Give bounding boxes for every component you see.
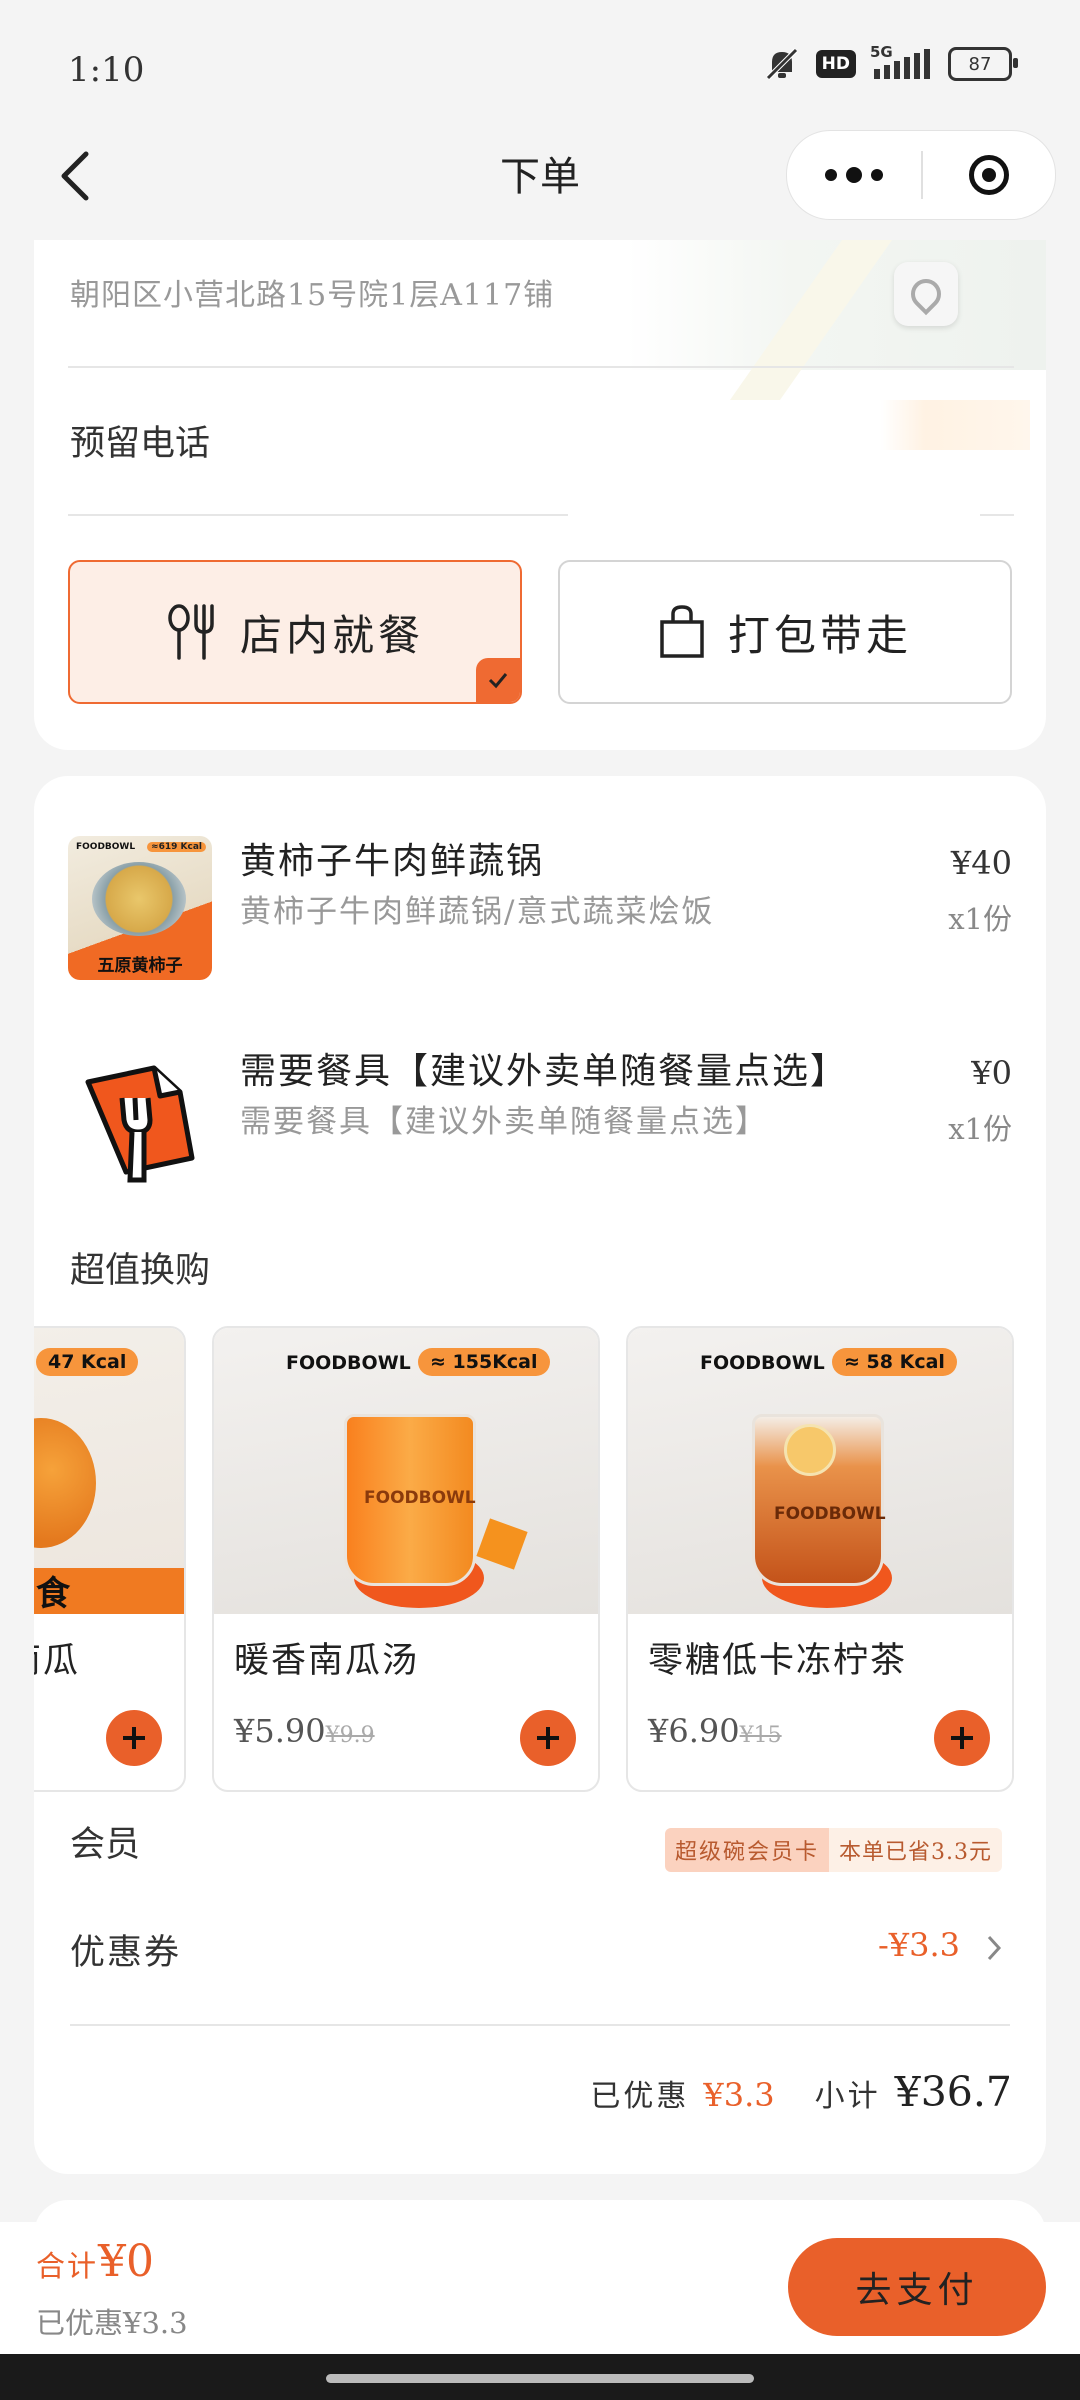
more-menu-button[interactable] (787, 131, 921, 219)
battery-icon: 87 (948, 47, 1018, 81)
total: 合计 ¥0 (36, 2236, 154, 2287)
upsell-name: 零糖低卡冻柠茶 (648, 1641, 908, 1681)
add-button[interactable] (106, 1710, 162, 1766)
upsell-card[interactable]: FOODBOWL FOODBOWL ≈ 58 Kcal 零糖低卡冻柠茶 ¥6.9… (626, 1326, 1014, 1792)
checkout-bar: 合计 ¥0 已优惠¥3.3 去支付 (0, 2222, 1080, 2354)
item-qty: x1份 (948, 902, 1012, 936)
more-dots-icon (825, 169, 837, 181)
total-value: ¥0 (98, 2236, 155, 2287)
item-qty: x1份 (948, 1112, 1012, 1146)
order-summary: 已优惠 ¥3.3 小计 ¥36.7 (590, 2068, 1012, 2116)
cup-brand: FOODBOWL (774, 1504, 886, 1524)
hd-badge: HD (815, 50, 856, 78)
pay-button[interactable]: 去支付 (788, 2238, 1046, 2336)
upsell-brand: FOODBOWL (700, 1352, 825, 1374)
bag-icon (660, 605, 704, 658)
status-bar: 1:10 HD 5G 87 (0, 0, 1080, 140)
pumpkin-cubes (476, 1518, 528, 1570)
upsell-title: 超值换购 (70, 1251, 211, 1291)
upsell-kcal: ≈ 155Kcal (418, 1348, 550, 1376)
member-card-tag: 超级碗会员卡 (664, 1828, 829, 1872)
upsell-band-text: 食 (36, 1574, 70, 1614)
item-desc: 黄柿子牛肉鲜蔬锅/意式蔬菜烩饭 (240, 894, 715, 930)
dine-in-option[interactable]: 店内就餐 (68, 560, 522, 704)
item-image-brand: FOODBOWL (76, 842, 136, 852)
battery-level: 87 (968, 53, 992, 75)
location-pin-icon[interactable] (894, 262, 958, 326)
close-mini-program-button[interactable] (923, 131, 1055, 219)
item-name: 黄柿子牛肉鲜蔬锅 (240, 841, 545, 882)
upsell-kcal: ≈ 58 Kcal (832, 1348, 957, 1376)
upsell-original-price: ¥15 (739, 1723, 782, 1748)
subtotal-label: 小计 (814, 2079, 881, 2114)
add-button[interactable] (934, 1710, 990, 1766)
pumpkin-image (34, 1418, 96, 1548)
order-card: FOODBOWL ≈619 Kcal 五原黄柿子 黄柿子牛肉鲜蔬锅 黄柿子牛肉鲜… (34, 776, 1046, 2174)
takeaway-label: 打包带走 (727, 610, 912, 660)
hotpot-bowl (92, 862, 186, 936)
divider (68, 514, 568, 516)
divider (70, 2024, 1010, 2026)
coupon-value[interactable]: -¥3.3 (878, 1926, 960, 1964)
item-price: ¥0 (971, 1054, 1012, 1092)
saved-amount: 已优惠¥3.3 (36, 2306, 188, 2340)
chevron-right-icon[interactable] (986, 1934, 1002, 1962)
phone-label: 预留电话 (70, 424, 211, 464)
mini-program-capsule (786, 130, 1056, 220)
item-image-kcal: ≈619 Kcal (147, 842, 206, 852)
network-label: 5G (870, 43, 893, 61)
upsell-price: ¥5.90¥9.9 (234, 1712, 375, 1750)
discount-value: ¥3.3 (703, 2076, 775, 2114)
plus-icon (123, 1727, 145, 1749)
phone-field-decoration (880, 400, 1030, 450)
add-button[interactable] (520, 1710, 576, 1766)
subtotal-value: ¥36.7 (894, 2068, 1012, 2116)
item-image-hotpot: FOODBOWL ≈619 Kcal 五原黄柿子 (68, 836, 212, 980)
discount-label: 已优惠 (590, 2079, 690, 2114)
upsell-name: 南瓜 (34, 1641, 81, 1681)
store-address: 朝阳区小营北路15号院1层A117铺 (70, 278, 555, 313)
upsell-card[interactable]: 食 47 Kcal 南瓜 (34, 1326, 186, 1792)
mute-bell-icon (765, 48, 798, 80)
system-nav-bar (0, 2354, 1080, 2400)
selected-check-icon (476, 658, 520, 702)
upsell-price: ¥6.90¥15 (648, 1712, 782, 1750)
upsell-brand: FOODBOWL (286, 1352, 411, 1374)
map-thumbnail[interactable] (626, 240, 1046, 400)
target-icon (969, 155, 1009, 195)
dine-in-label: 店内就餐 (239, 610, 424, 660)
utensils-icon (168, 604, 214, 660)
item-price: ¥40 (950, 844, 1012, 882)
signal-indicator: 5G (870, 43, 934, 81)
cup-brand: FOODBOWL (364, 1488, 476, 1508)
status-icons: HD 5G 87 (762, 43, 1018, 84)
divider (68, 366, 1014, 368)
plus-icon (537, 1727, 559, 1749)
upsell-name: 暖香南瓜汤 (234, 1641, 420, 1681)
cutlery-item-image (85, 1065, 195, 1183)
item-name: 需要餐具【建议外卖单随餐量点选】 (240, 1051, 849, 1092)
member-tags[interactable]: 超级碗会员卡 本单已省3.3元 (664, 1828, 1002, 1872)
upsell-card[interactable]: FOODBOWL FOODBOWL ≈ 155Kcal 暖香南瓜汤 ¥5.90¥… (212, 1326, 600, 1792)
upsell-original-price: ¥9.9 (325, 1723, 375, 1748)
item-image-caption: 五原黄柿子 (97, 956, 183, 976)
total-label: 合计 (36, 2249, 99, 2283)
divider (980, 514, 1014, 516)
status-time: 1:10 (68, 50, 145, 90)
plus-icon (951, 1727, 973, 1749)
item-desc: 需要餐具【建议外卖单随餐量点选】 (240, 1104, 768, 1140)
takeaway-option[interactable]: 打包带走 (558, 560, 1012, 704)
lemon-slice (784, 1424, 836, 1476)
home-indicator[interactable] (326, 2374, 754, 2383)
member-label: 会员 (70, 1825, 141, 1865)
upsell-kcal: 47 Kcal (36, 1348, 139, 1376)
member-saved-tag: 本单已省3.3元 (829, 1828, 1002, 1872)
store-card: 朝阳区小营北路15号院1层A117铺 预留电话 店内就餐 打包带走 (34, 240, 1046, 750)
coupon-label[interactable]: 优惠券 (70, 1924, 181, 1975)
